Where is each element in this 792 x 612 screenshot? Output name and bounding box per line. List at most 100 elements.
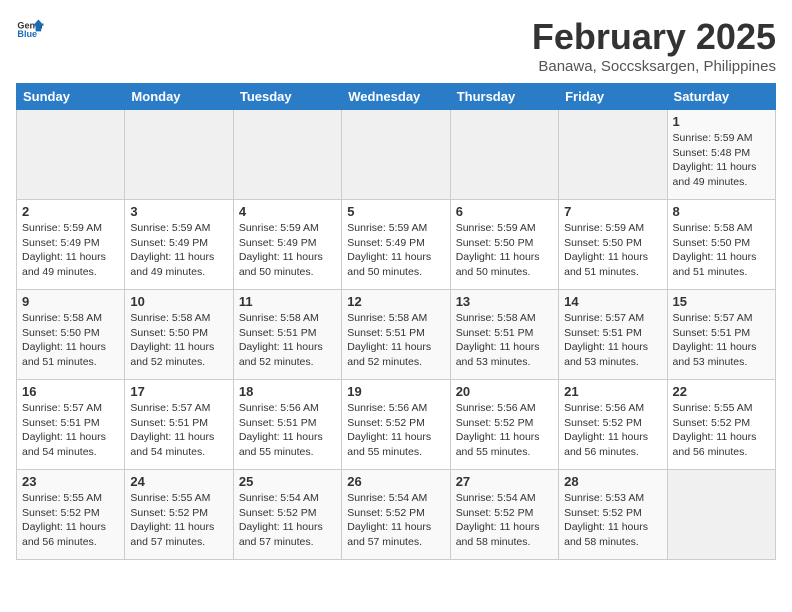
day-cell: 21 Sunrise: 5:56 AM Sunset: 5:52 PM Dayli…: [559, 380, 667, 470]
day-info: Sunrise: 5:54 AM Sunset: 5:52 PM Dayligh…: [239, 491, 336, 550]
day-number: 5: [347, 204, 444, 219]
logo-icon: General Blue: [16, 16, 44, 44]
day-cell: 17 Sunrise: 5:57 AM Sunset: 5:51 PM Dayli…: [125, 380, 233, 470]
week-row-5: 23 Sunrise: 5:55 AM Sunset: 5:52 PM Dayli…: [17, 470, 776, 560]
day-number: 16: [22, 384, 119, 399]
week-row-1: 1 Sunrise: 5:59 AM Sunset: 5:48 PM Daylig…: [17, 110, 776, 200]
day-number: 24: [130, 474, 227, 489]
day-info: Sunrise: 5:54 AM Sunset: 5:52 PM Dayligh…: [347, 491, 444, 550]
day-number: 19: [347, 384, 444, 399]
week-row-2: 2 Sunrise: 5:59 AM Sunset: 5:49 PM Daylig…: [17, 200, 776, 290]
day-cell: [559, 110, 667, 200]
day-number: 27: [456, 474, 553, 489]
day-cell: [17, 110, 125, 200]
day-cell: 1 Sunrise: 5:59 AM Sunset: 5:48 PM Daylig…: [667, 110, 775, 200]
day-info: Sunrise: 5:59 AM Sunset: 5:48 PM Dayligh…: [673, 131, 770, 190]
day-info: Sunrise: 5:57 AM Sunset: 5:51 PM Dayligh…: [564, 311, 661, 370]
weekday-header-tuesday: Tuesday: [233, 84, 341, 110]
calendar-subtitle: Banawa, Soccsksargen, Philippines: [532, 58, 776, 75]
day-number: 23: [22, 474, 119, 489]
week-row-4: 16 Sunrise: 5:57 AM Sunset: 5:51 PM Dayli…: [17, 380, 776, 470]
day-info: Sunrise: 5:57 AM Sunset: 5:51 PM Dayligh…: [673, 311, 770, 370]
day-cell: [233, 110, 341, 200]
day-info: Sunrise: 5:58 AM Sunset: 5:50 PM Dayligh…: [130, 311, 227, 370]
day-number: 7: [564, 204, 661, 219]
day-cell: 11 Sunrise: 5:58 AM Sunset: 5:51 PM Dayli…: [233, 290, 341, 380]
day-cell: 23 Sunrise: 5:55 AM Sunset: 5:52 PM Dayli…: [17, 470, 125, 560]
day-cell: 20 Sunrise: 5:56 AM Sunset: 5:52 PM Dayli…: [450, 380, 558, 470]
day-cell: [125, 110, 233, 200]
day-info: Sunrise: 5:58 AM Sunset: 5:51 PM Dayligh…: [347, 311, 444, 370]
day-cell: 7Sunrise: 5:59 AM Sunset: 5:50 PM Daylig…: [559, 200, 667, 290]
day-number: 13: [456, 294, 553, 309]
day-cell: 8 Sunrise: 5:58 AM Sunset: 5:50 PM Daylig…: [667, 200, 775, 290]
day-info: Sunrise: 5:59 AM Sunset: 5:49 PM Dayligh…: [239, 221, 336, 280]
day-number: 2: [22, 204, 119, 219]
day-number: 17: [130, 384, 227, 399]
title-section: February 2025 Banawa, Soccsksargen, Phil…: [532, 16, 776, 75]
day-cell: 5 Sunrise: 5:59 AM Sunset: 5:49 PM Daylig…: [342, 200, 450, 290]
day-number: 8: [673, 204, 770, 219]
day-cell: 4 Sunrise: 5:59 AM Sunset: 5:49 PM Daylig…: [233, 200, 341, 290]
day-number: 11: [239, 294, 336, 309]
day-info: Sunrise: 5:55 AM Sunset: 5:52 PM Dayligh…: [673, 401, 770, 460]
day-info: Sunrise: 5:59 AM Sunset: 5:49 PM Dayligh…: [22, 221, 119, 280]
day-info: Sunrise: 5:59 AM Sunset: 5:49 PM Dayligh…: [347, 221, 444, 280]
day-cell: 2 Sunrise: 5:59 AM Sunset: 5:49 PM Daylig…: [17, 200, 125, 290]
day-info: Sunrise: 5:59 AM Sunset: 5:49 PM Dayligh…: [130, 221, 227, 280]
day-number: 18: [239, 384, 336, 399]
weekday-header-wednesday: Wednesday: [342, 84, 450, 110]
day-number: 3: [130, 204, 227, 219]
weekday-header-sunday: Sunday: [17, 84, 125, 110]
day-number: 6: [456, 204, 553, 219]
day-info: Sunrise: 5:55 AM Sunset: 5:52 PM Dayligh…: [22, 491, 119, 550]
day-number: 15: [673, 294, 770, 309]
day-cell: 22 Sunrise: 5:55 AM Sunset: 5:52 PM Dayli…: [667, 380, 775, 470]
weekday-header-saturday: Saturday: [667, 84, 775, 110]
day-cell: 25 Sunrise: 5:54 AM Sunset: 5:52 PM Dayli…: [233, 470, 341, 560]
day-info: Sunrise: 5:56 AM Sunset: 5:52 PM Dayligh…: [347, 401, 444, 460]
day-info: Sunrise: 5:57 AM Sunset: 5:51 PM Dayligh…: [130, 401, 227, 460]
day-cell: 3 Sunrise: 5:59 AM Sunset: 5:49 PM Daylig…: [125, 200, 233, 290]
day-cell: [667, 470, 775, 560]
day-number: 28: [564, 474, 661, 489]
day-info: Sunrise: 5:54 AM Sunset: 5:52 PM Dayligh…: [456, 491, 553, 550]
logo: General Blue: [16, 16, 44, 44]
day-cell: 19 Sunrise: 5:56 AM Sunset: 5:52 PM Dayli…: [342, 380, 450, 470]
day-info: Sunrise: 5:58 AM Sunset: 5:50 PM Dayligh…: [673, 221, 770, 280]
day-number: 20: [456, 384, 553, 399]
day-info: Sunrise: 5:57 AM Sunset: 5:51 PM Dayligh…: [22, 401, 119, 460]
day-info: Sunrise: 5:53 AM Sunset: 5:52 PM Dayligh…: [564, 491, 661, 550]
day-info: Sunrise: 5:55 AM Sunset: 5:52 PM Dayligh…: [130, 491, 227, 550]
day-info: Sunrise: 5:59 AM Sunset: 5:50 PM Dayligh…: [456, 221, 553, 280]
day-info: Sunrise: 5:56 AM Sunset: 5:52 PM Dayligh…: [456, 401, 553, 460]
day-number: 22: [673, 384, 770, 399]
day-info: Sunrise: 5:56 AM Sunset: 5:52 PM Dayligh…: [564, 401, 661, 460]
day-cell: 28 Sunrise: 5:53 AM Sunset: 5:52 PM Dayli…: [559, 470, 667, 560]
weekday-header-thursday: Thursday: [450, 84, 558, 110]
day-cell: [342, 110, 450, 200]
day-info: Sunrise: 5:58 AM Sunset: 5:51 PM Dayligh…: [239, 311, 336, 370]
day-number: 4: [239, 204, 336, 219]
day-cell: 12 Sunrise: 5:58 AM Sunset: 5:51 PM Dayli…: [342, 290, 450, 380]
day-cell: 10 Sunrise: 5:58 AM Sunset: 5:50 PM Dayli…: [125, 290, 233, 380]
day-number: 26: [347, 474, 444, 489]
day-number: 25: [239, 474, 336, 489]
day-number: 10: [130, 294, 227, 309]
day-number: 9: [22, 294, 119, 309]
calendar-title: February 2025: [532, 16, 776, 58]
day-info: Sunrise: 5:58 AM Sunset: 5:51 PM Dayligh…: [456, 311, 553, 370]
page-header: General Blue February 2025 Banawa, Soccs…: [16, 16, 776, 75]
weekday-header-row: SundayMondayTuesdayWednesdayThursdayFrid…: [17, 84, 776, 110]
day-cell: 9 Sunrise: 5:58 AM Sunset: 5:50 PM Daylig…: [17, 290, 125, 380]
calendar-table: SundayMondayTuesdayWednesdayThursdayFrid…: [16, 83, 776, 560]
day-info: Sunrise: 5:58 AM Sunset: 5:50 PM Dayligh…: [22, 311, 119, 370]
day-cell: 18 Sunrise: 5:56 AM Sunset: 5:51 PM Dayli…: [233, 380, 341, 470]
day-cell: 26 Sunrise: 5:54 AM Sunset: 5:52 PM Dayli…: [342, 470, 450, 560]
day-number: 1: [673, 114, 770, 129]
day-number: 21: [564, 384, 661, 399]
svg-text:Blue: Blue: [17, 29, 37, 39]
week-row-3: 9 Sunrise: 5:58 AM Sunset: 5:50 PM Daylig…: [17, 290, 776, 380]
day-info: Sunrise: 5:56 AM Sunset: 5:51 PM Dayligh…: [239, 401, 336, 460]
day-number: 12: [347, 294, 444, 309]
